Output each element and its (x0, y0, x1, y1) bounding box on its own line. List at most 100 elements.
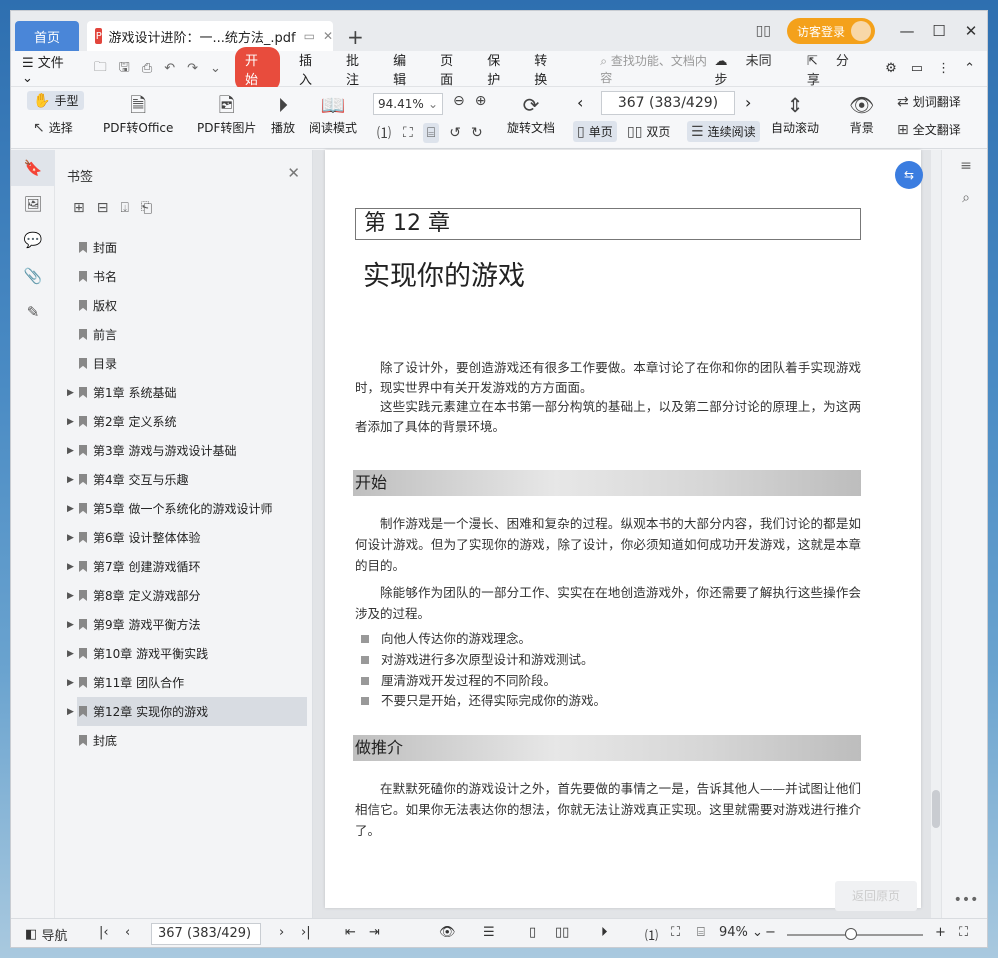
settings-icon[interactable]: ⚙ (885, 61, 897, 76)
zoom-out-button[interactable]: − (765, 925, 776, 940)
menu-annotate[interactable]: 批注 (346, 50, 371, 88)
bookmark-item[interactable]: ▶ 第5章 做一个系统化的游戏设计师 (55, 494, 313, 523)
scrollbar-thumb[interactable] (932, 790, 940, 828)
status-page-input[interactable]: 367 (383/429) (151, 923, 261, 945)
new-tab-button[interactable]: + (347, 25, 364, 49)
back-icon[interactable]: ⇤ (345, 925, 356, 940)
single-page-button[interactable]: ▯ 单页 (573, 121, 617, 142)
bookmark-item[interactable]: 目录 (55, 349, 313, 378)
close-icon[interactable]: ✕ (287, 164, 300, 182)
forward-icon[interactable]: ⇥ (369, 925, 380, 940)
file-menu[interactable]: ☰ 文件 ⌄ (22, 52, 77, 86)
more-icon[interactable]: ⋮ (937, 61, 950, 76)
bookmark-item[interactable]: 版权 (55, 291, 313, 320)
feature-search[interactable]: ⌕ 查找功能、文档内容 (600, 52, 714, 86)
actual-size-icon[interactable]: ⑴ (377, 123, 391, 143)
expand-arrow-icon[interactable]: ▶ (67, 591, 74, 601)
expand-arrow-icon[interactable]: ▶ (67, 388, 74, 398)
sync-status[interactable]: ☁ 未同步 (715, 50, 793, 88)
zoom-in-button[interactable]: + (935, 925, 946, 940)
expand-arrow-icon[interactable]: ▶ (67, 678, 74, 688)
menu-start[interactable]: 开始 (234, 46, 280, 91)
close-window-button[interactable]: ✕ (957, 22, 985, 40)
bookmark-item[interactable]: ▶ 第11章 团队合作 (55, 668, 313, 697)
fit-page-icon[interactable]: ⛶ (403, 125, 413, 141)
add-sub-bookmark-icon[interactable]: ⊟ (97, 200, 109, 216)
bookmark-plus-icon[interactable]: ⍗ (120, 200, 128, 216)
last-page-icon[interactable]: ›| (301, 925, 311, 940)
layout-switch-icon[interactable]: ▯▯ (756, 23, 771, 39)
menu-lines-icon[interactable]: ≡ (942, 150, 987, 182)
redo-icon[interactable]: ↷ (187, 61, 198, 76)
bookmark-item[interactable]: ▶ 第2章 定义系统 (55, 407, 313, 436)
bookmark-icon[interactable]: ⎗ (141, 200, 152, 216)
page-number-input[interactable]: 367 (383/429) (601, 91, 735, 115)
bookmark-item[interactable]: 封底 (55, 726, 313, 755)
vertical-scrollbar[interactable] (931, 150, 941, 918)
expand-arrow-icon[interactable]: ▶ (67, 562, 74, 572)
zoom-in-icon[interactable]: ⊕ (475, 93, 487, 109)
zoom-slider[interactable] (787, 928, 923, 940)
comment-panel-icon[interactable]: 💬 (11, 222, 55, 258)
tab-close-icon[interactable]: ✕ (323, 29, 333, 43)
continuous-read-button[interactable]: ☰ 连续阅读 (687, 121, 760, 142)
bookmark-item[interactable]: 前言 (55, 320, 313, 349)
eye-care-icon[interactable]: 👁 (439, 925, 456, 940)
document-view[interactable]: 第 12 章 实现你的游戏 除了设计外，要创造游戏还有很多工作要做。本章讨论了在… (313, 150, 933, 918)
prev-page-button[interactable]: ‹ (577, 93, 583, 112)
bookmark-item[interactable]: ▶ 第6章 设计整体体验 (55, 523, 313, 552)
home-tab[interactable]: 首页 (15, 21, 79, 51)
pdf-to-image-button[interactable]: 🖻 PDF转图片 (197, 91, 256, 136)
menu-convert[interactable]: 转换 (534, 50, 559, 88)
next-page-button[interactable]: › (745, 93, 751, 112)
bookmark-item[interactable]: ▶ 第10章 游戏平衡实践 (55, 639, 313, 668)
message-icon[interactable]: ▭ (911, 61, 923, 76)
single-page-mode-icon[interactable]: ▯ (529, 925, 536, 940)
collapse-ribbon-icon[interactable]: ⌃ (964, 61, 975, 76)
prev-page-icon[interactable]: ‹ (125, 925, 130, 940)
menu-protect[interactable]: 保护 (487, 50, 512, 88)
continuous-mode-icon[interactable]: ☰ (483, 925, 495, 940)
expand-arrow-icon[interactable]: ▶ (67, 620, 74, 630)
return-page-button[interactable]: 返回原页 (835, 881, 917, 911)
rotate-right-icon[interactable]: ↻ (471, 125, 483, 141)
background-button[interactable]: 👁 背景 (849, 91, 874, 136)
expand-arrow-icon[interactable]: ▶ (67, 446, 74, 456)
first-page-icon[interactable]: |‹ (99, 925, 109, 940)
menu-page[interactable]: 页面 (440, 50, 465, 88)
expand-arrow-icon[interactable]: ▶ (67, 417, 74, 427)
play-mode-icon[interactable]: ⏵ (601, 925, 608, 940)
bookmark-item[interactable]: ▶ 第12章 实现你的游戏 (67, 697, 307, 726)
play-button[interactable]: ⏵ 播放 (271, 91, 295, 136)
bookmark-item[interactable]: ▶ 第9章 游戏平衡方法 (55, 610, 313, 639)
word-translate-button[interactable]: ⇄ 划词翻译 (897, 93, 961, 110)
zoom-select[interactable]: 94.41% ⌄ (373, 93, 443, 115)
attachment-panel-icon[interactable]: 📎 (11, 258, 55, 294)
menu-edit[interactable]: 编辑 (393, 50, 418, 88)
expand-arrow-icon[interactable]: ▶ (67, 533, 74, 543)
bookmark-item[interactable]: ▶ 第1章 系统基础 (55, 378, 313, 407)
fit-width-icon[interactable]: ⌸ (422, 123, 440, 143)
fit-page-mode-icon[interactable]: ⛶ (671, 925, 680, 940)
select-tool-button[interactable]: ↖ 选择 (33, 119, 73, 136)
expand-arrow-icon[interactable]: ▶ (67, 707, 74, 717)
navigation-toggle[interactable]: ◧ 导航 (25, 925, 67, 944)
bookmark-item[interactable]: 书名 (55, 262, 313, 291)
guest-login-button[interactable]: 访客登录 (786, 18, 875, 44)
add-bookmark-icon[interactable]: ⊞ (73, 200, 85, 216)
open-icon[interactable]: 🗀 (94, 58, 107, 80)
bookmark-item[interactable]: 封面 (55, 233, 313, 262)
rotate-left-icon[interactable]: ↺ (449, 125, 461, 141)
menu-insert[interactable]: 插入 (299, 50, 324, 88)
bookmark-item[interactable]: ▶ 第8章 定义游戏部分 (55, 581, 313, 610)
status-zoom-select[interactable]: 94% ⌄ (719, 925, 763, 940)
double-page-mode-icon[interactable]: ▯▯ (555, 925, 569, 940)
thumbnail-panel-icon[interactable]: 🖼 (11, 186, 55, 222)
expand-arrow-icon[interactable]: ▶ (67, 475, 74, 485)
pdf-to-office-button[interactable]: 🗎 PDF转Office (103, 91, 173, 136)
document-tab[interactable]: P 游戏设计进阶：一...统方法_.pdf ▭ ✕ (87, 21, 333, 51)
bookmark-item[interactable]: ▶ 第4章 交互与乐趣 (55, 465, 313, 494)
full-translate-button[interactable]: ⊞ 全文翻译 (897, 121, 961, 138)
actual-size-mode-icon[interactable]: ⑴ (645, 925, 658, 944)
search-text-icon[interactable]: ⌕ (942, 182, 987, 214)
